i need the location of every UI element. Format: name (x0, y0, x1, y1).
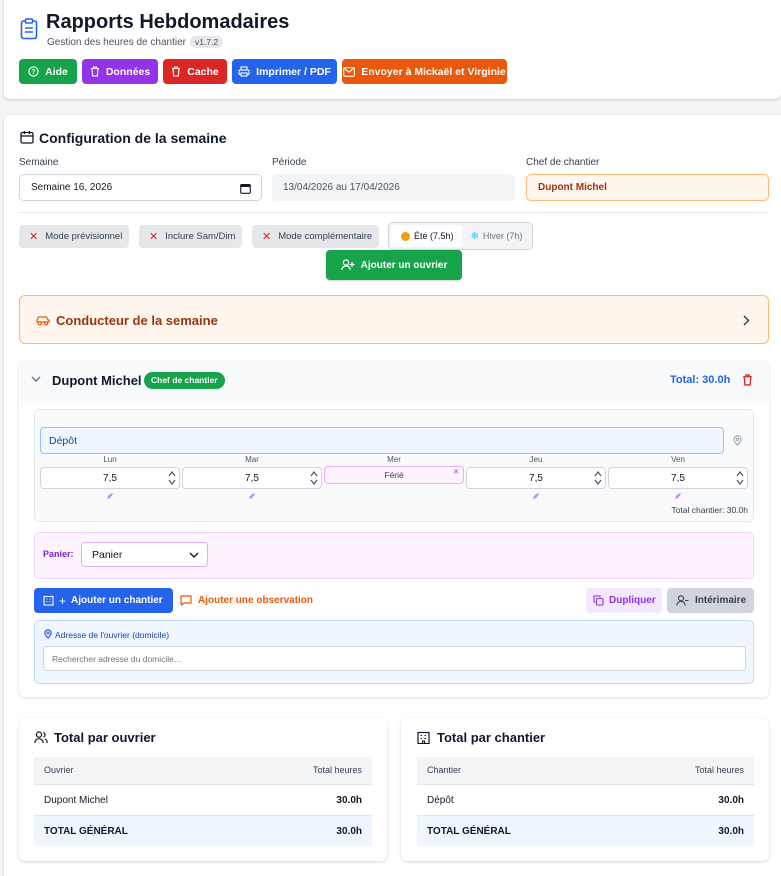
pencil-icon[interactable] (248, 492, 256, 500)
imprimer-button[interactable]: Imprimer / PDF (232, 59, 337, 84)
role-badge: Chef de chantier (144, 372, 225, 389)
clipboard-icon (20, 18, 38, 40)
samdim-toggle[interactable]: ✕ Inclure Sam/Dim (139, 225, 242, 248)
sun-icon (401, 231, 410, 241)
trash-icon (90, 66, 99, 77)
app-subtitle: Gestion des heures de chantier (47, 37, 186, 48)
total-row: TOTAL GÉNÉRAL 30.0h (417, 816, 754, 846)
total-ouvrier-title: Total par ouvrier (54, 730, 156, 745)
spinner-icon[interactable] (594, 470, 602, 486)
printer-icon (238, 66, 250, 77)
duplicate-button[interactable]: Dupliquer (586, 588, 662, 613)
season-toggle: Été (7.5h) ❄ Hiver (7h) (388, 222, 533, 250)
table-row: Dupont Michel 30.0h (34, 785, 372, 816)
semaine-input[interactable]: Semaine 16, 2026 (19, 174, 262, 201)
message-icon (180, 595, 192, 606)
day-label-jeu: Jeu (529, 455, 543, 464)
cache-button[interactable]: Cache (163, 59, 227, 84)
mode-previsionnel-toggle[interactable]: ✕ Mode prévisionnel (19, 225, 129, 248)
semaine-label: Semaine (19, 157, 59, 168)
close-icon[interactable]: ✕ (453, 468, 459, 476)
svg-text:?: ? (32, 69, 36, 76)
panier-select[interactable]: Panier (81, 542, 208, 567)
pencil-icon[interactable] (674, 492, 682, 500)
day-label-mer: Mer (387, 455, 401, 464)
car-icon (36, 316, 50, 326)
config-title: Configuration de la semaine (39, 130, 227, 146)
add-observation-button[interactable]: Ajouter une observation (180, 588, 313, 613)
holiday-mer[interactable]: Férié ✕ (324, 466, 464, 484)
interimaire-button[interactable]: Intérimaire (667, 588, 754, 613)
snowflake-icon: ❄ (470, 230, 479, 242)
plus-icon: + (59, 593, 67, 608)
chevron-down-icon (189, 552, 199, 558)
hours-input-mar[interactable]: 7,5 (182, 467, 322, 489)
user-plus-icon (340, 259, 355, 271)
chevron-down-icon[interactable] (31, 376, 41, 383)
season-hiver[interactable]: ❄ Hiver (7h) (462, 225, 530, 247)
add-site-button[interactable]: + Ajouter un chantier (34, 588, 173, 613)
close-icon: ✕ (149, 231, 159, 243)
pencil-icon[interactable] (532, 492, 540, 500)
copy-icon (593, 595, 604, 606)
total-chantier-header: Chantier Total heures (417, 757, 754, 785)
periode-label: Période (272, 157, 307, 168)
app-header: Rapports Hebdomadaires Gestion des heure… (4, 0, 781, 99)
periode-field: 13/04/2026 au 17/04/2026 (272, 174, 515, 201)
hours-input-jeu[interactable]: 7,5 (466, 467, 606, 489)
calendar-icon[interactable] (240, 183, 251, 194)
chevron-right-icon (743, 315, 750, 326)
version-badge: v1.7.2 (190, 36, 224, 48)
user-minus-icon (676, 595, 689, 606)
close-icon: ✕ (29, 231, 39, 243)
day-label-ven: Ven (671, 455, 685, 464)
panier-label: Panier: (43, 549, 74, 559)
conducteur-panel[interactable]: Conducteur de la semaine (19, 295, 769, 344)
total-chantier-title: Total par chantier (437, 730, 546, 745)
worker-name: Dupont Michel (52, 373, 142, 388)
aide-button[interactable]: ? Aide (19, 59, 77, 84)
app-title: Rapports Hebdomadaires (46, 11, 290, 33)
map-pin-icon (44, 629, 52, 639)
hours-input-ven[interactable]: 7,5 (608, 467, 748, 489)
chef-field[interactable]: Dupont Michel (526, 174, 769, 201)
trash-icon[interactable] (742, 374, 753, 386)
table-row: Dépôt 30.0h (417, 785, 754, 816)
conducteur-title: Conducteur de la semaine (56, 313, 218, 328)
chef-label: Chef de chantier (526, 157, 600, 168)
day-label-lun: Lun (103, 455, 117, 464)
add-worker-button[interactable]: Ajouter un ouvrier (326, 250, 462, 280)
calendar-icon (20, 131, 34, 144)
map-pin-icon[interactable] (733, 435, 742, 446)
close-icon: ✕ (262, 231, 272, 243)
site-total: Total chantier: 30.0h (671, 505, 748, 515)
building-icon (43, 595, 54, 606)
pencil-icon[interactable] (106, 492, 114, 500)
trash-icon (172, 66, 181, 77)
help-icon: ? (28, 66, 39, 77)
building-icon (417, 731, 430, 744)
users-icon (34, 731, 48, 744)
hours-input-lun[interactable]: 7,5 (40, 467, 180, 489)
total-ouvrier-header: Ouvrier Total heures (34, 757, 372, 785)
spinner-icon[interactable] (168, 470, 176, 486)
worker-total: Total: 30.0h (670, 374, 731, 386)
divider (19, 212, 769, 213)
site-name-input[interactable]: Dépôt (40, 427, 724, 454)
address-input[interactable] (43, 646, 746, 671)
total-row: TOTAL GÉNÉRAL 30.0h (34, 816, 372, 846)
envoyer-button[interactable]: Envoyer à Mickaël et Virginie (342, 59, 507, 84)
mail-icon (343, 66, 356, 77)
spinner-icon[interactable] (310, 470, 318, 486)
season-ete[interactable]: Été (7.5h) (391, 225, 463, 247)
address-label: Adresse de l'ouvrier (domicile) (55, 630, 170, 640)
complementaire-toggle[interactable]: ✕ Mode complémentaire (252, 225, 379, 248)
day-label-mar: Mar (245, 455, 259, 464)
spinner-icon[interactable] (736, 470, 744, 486)
donnees-button[interactable]: Données (82, 59, 158, 84)
